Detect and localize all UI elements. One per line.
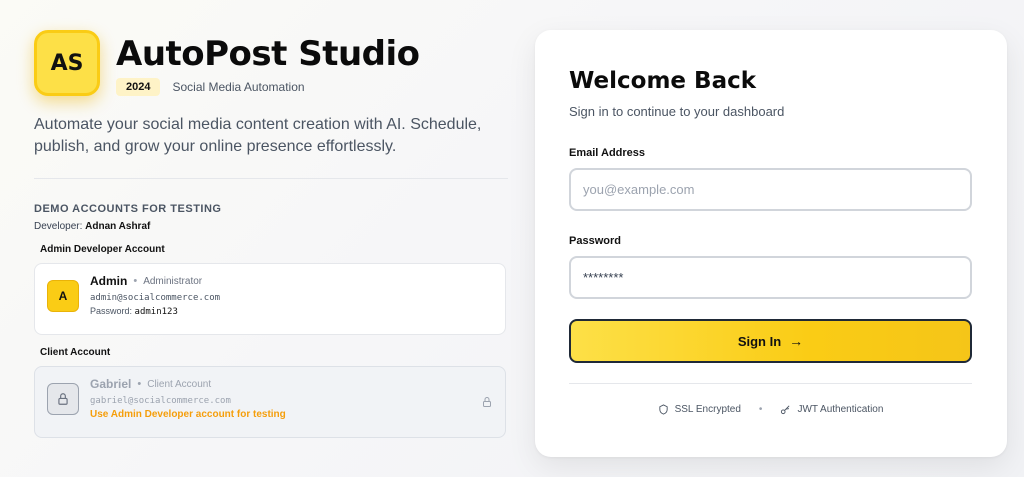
- separator-dot: •: [758, 404, 763, 415]
- admin-password-label: Password:: [90, 306, 133, 316]
- email-label: Email Address: [569, 147, 646, 159]
- password-label: Password: [569, 235, 621, 247]
- login-title: Welcome Back: [569, 68, 757, 94]
- separator-dot: •: [133, 275, 138, 287]
- branding-panel: AS AutoPost Studio 2024 Social Media Aut…: [34, 30, 508, 438]
- client-note: Use Admin Developer account for testing: [90, 409, 286, 420]
- admin-name: Admin: [90, 274, 128, 288]
- app-logo: AS: [34, 30, 100, 96]
- admin-account-card[interactable]: A Admin • Administrator admin@socialcomm…: [34, 263, 506, 335]
- client-name: Gabriel: [90, 377, 132, 391]
- developer-label: Developer:: [34, 221, 83, 232]
- admin-email: admin@socialcommerce.com: [90, 293, 221, 303]
- shield-icon: [658, 404, 668, 415]
- client-account-card: Gabriel • Client Account gabriel@socialc…: [34, 366, 506, 438]
- email-field[interactable]: [569, 168, 972, 211]
- sign-in-label: Sign In: [737, 333, 782, 349]
- divider: [569, 383, 972, 384]
- key-icon: [781, 405, 790, 415]
- demo-accounts-title: DEMO ACCOUNTS FOR TESTING: [34, 203, 222, 215]
- password-field[interactable]: [569, 256, 972, 299]
- ssl-label: SSL Encrypted: [674, 404, 741, 415]
- year-badge: 2024: [116, 78, 161, 96]
- client-role: Client Account: [147, 378, 212, 390]
- arrow-right-icon: →: [789, 333, 804, 349]
- login-subtitle: Sign in to continue to your dashboard: [569, 104, 785, 119]
- client-email: gabriel@socialcommerce.com: [90, 396, 231, 406]
- admin-password: admin123: [134, 307, 178, 317]
- admin-avatar: A: [47, 280, 79, 312]
- admin-section-label: Admin Developer Account: [40, 244, 165, 255]
- divider: [34, 178, 508, 179]
- jwt-label: JWT Authentication: [797, 404, 884, 415]
- client-avatar: [47, 383, 79, 415]
- app-title: AutoPost Studio: [116, 34, 420, 74]
- developer-credit: Developer: Adnan Ashraf: [34, 221, 508, 232]
- app-description: Automate your social media content creat…: [34, 116, 482, 155]
- login-card: Welcome Back Sign in to continue to your…: [535, 30, 1007, 457]
- admin-password-row: Password: admin123: [90, 306, 220, 317]
- admin-role: Administrator: [143, 275, 203, 287]
- brand-header: AS AutoPost Studio 2024 Social Media Aut…: [34, 30, 508, 96]
- security-footer: SSL Encrypted • JWT Authentication: [569, 404, 972, 415]
- sign-in-button[interactable]: Sign In →: [569, 319, 972, 363]
- lock-icon: [481, 395, 493, 413]
- app-tagline: Social Media Automation: [172, 80, 305, 94]
- developer-name: Adnan Ashraf: [85, 221, 151, 232]
- client-section-label: Client Account: [40, 347, 111, 358]
- separator-dot: •: [137, 378, 142, 390]
- lock-icon: [58, 393, 68, 405]
